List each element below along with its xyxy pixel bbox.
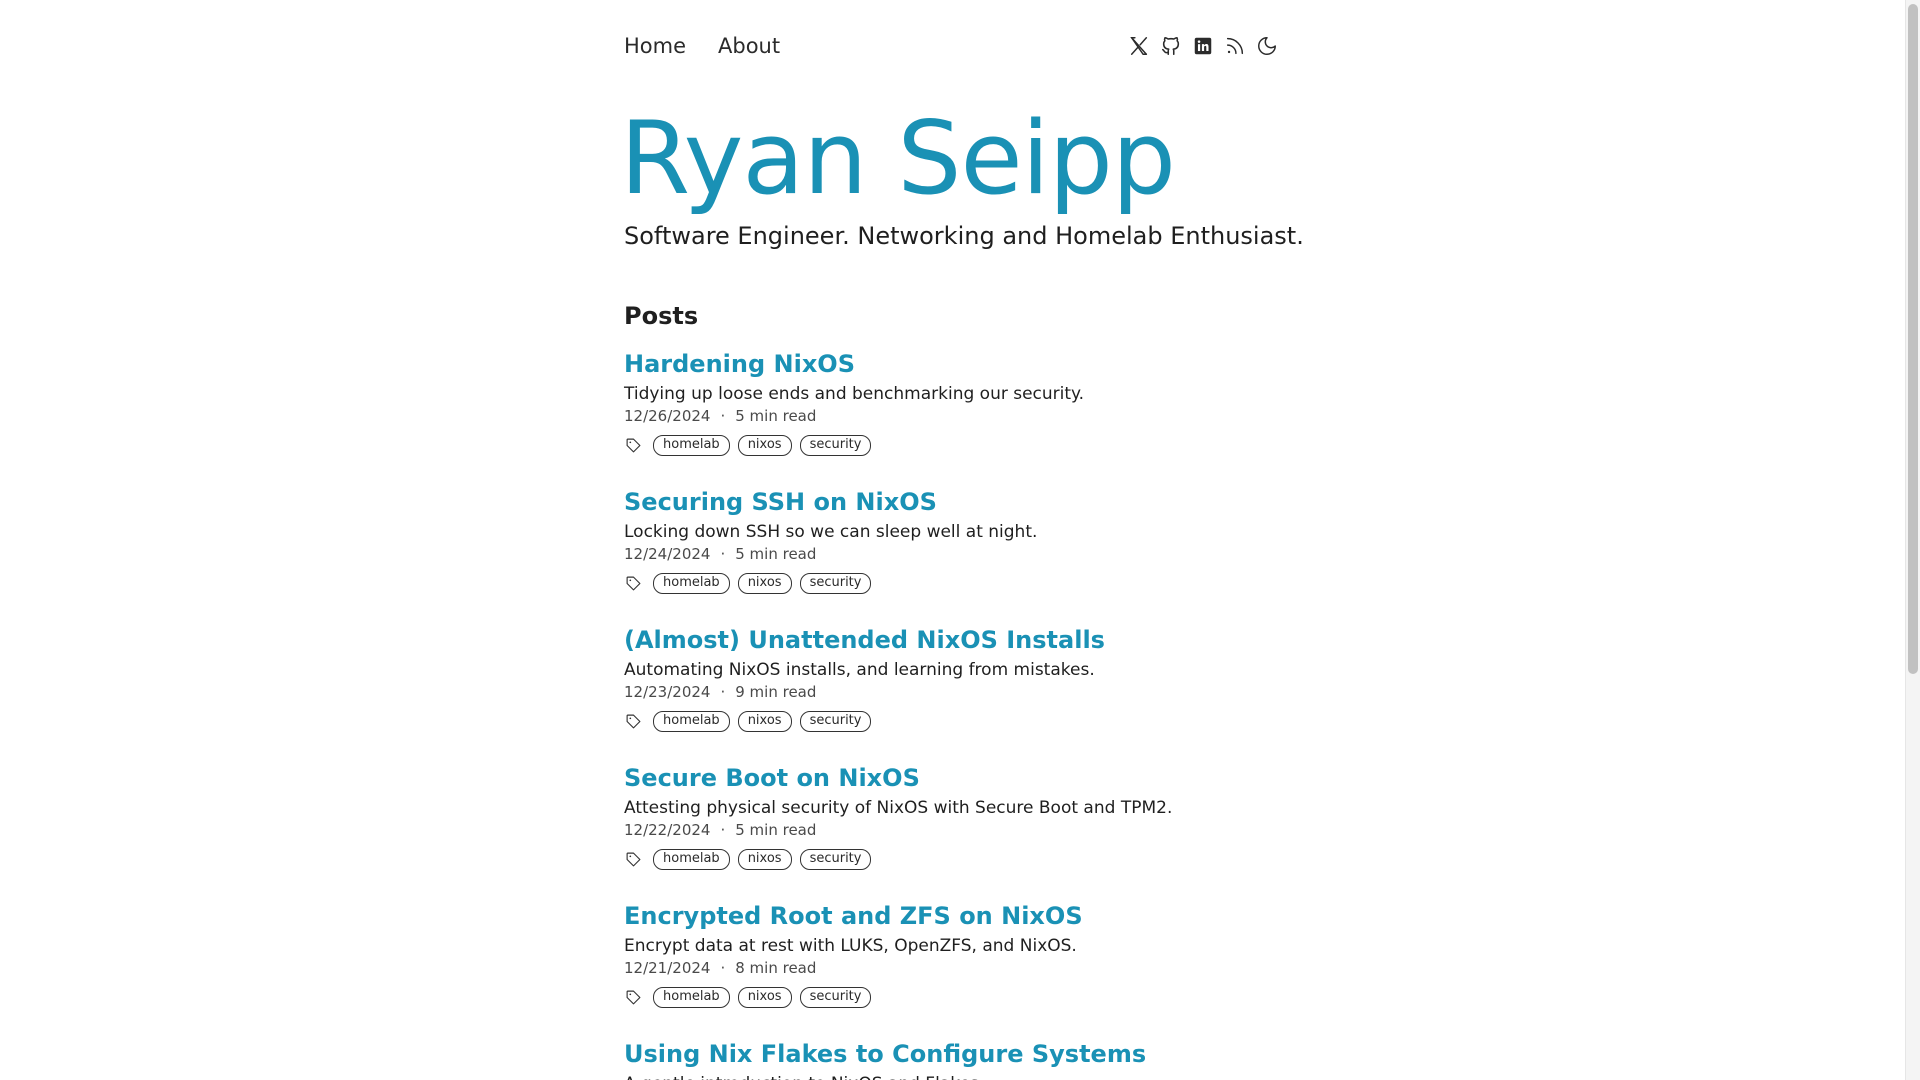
post-title-link[interactable]: Using Nix Flakes to Configure Systems — [624, 1038, 1278, 1070]
meta-separator: · — [720, 545, 726, 563]
posts-heading: Posts — [624, 302, 699, 330]
tag-chip[interactable]: nixos — [737, 987, 792, 1008]
post-date: 12/26/2024 — [624, 407, 711, 425]
social-icons — [1127, 35, 1278, 58]
post-title-link[interactable]: (Almost) Unattended NixOS Installs — [624, 624, 1278, 656]
post-description: Locking down SSH so we can sleep well at… — [624, 522, 1038, 542]
tag-chip[interactable]: nixos — [737, 573, 792, 594]
post-date: 12/22/2024 — [624, 821, 711, 839]
nav-links: Home About — [624, 34, 780, 58]
top-nav: Home About — [624, 30, 1278, 62]
tag-icon — [624, 713, 642, 731]
post-tags: homelab nixos security — [624, 711, 1278, 732]
moon-icon[interactable] — [1255, 35, 1278, 58]
tag-chip[interactable]: homelab — [653, 987, 730, 1008]
tag-chip[interactable]: homelab — [653, 435, 730, 456]
rss-icon[interactable] — [1223, 35, 1246, 58]
nav-link-about[interactable]: About — [718, 34, 780, 58]
post-date: 12/24/2024 — [624, 545, 711, 563]
tag-chip[interactable]: security — [799, 573, 872, 594]
x-icon[interactable] — [1127, 35, 1150, 58]
tag-chip[interactable]: nixos — [737, 849, 792, 870]
tag-chip[interactable]: security — [799, 987, 872, 1008]
tag-icon — [624, 575, 642, 593]
scrollbar[interactable] — [1905, 0, 1920, 1080]
post-read-time: 9 min read — [735, 683, 817, 701]
post-description: Tidying up loose ends and benchmarking o… — [624, 384, 1085, 404]
tag-icon — [624, 437, 642, 455]
tag-icon — [624, 989, 642, 1007]
linkedin-icon[interactable] — [1191, 35, 1214, 58]
post-meta: 12/24/2024 · 5 min read — [624, 544, 1278, 564]
meta-separator: · — [720, 959, 726, 977]
post-read-time: 5 min read — [735, 545, 817, 563]
post-description: Automating NixOS installs, and learning … — [624, 660, 1095, 680]
post-meta: 12/22/2024 · 5 min read — [624, 820, 1278, 840]
post-read-time: 5 min read — [735, 407, 817, 425]
post-item: Securing SSH on NixOS Locking down SSH s… — [624, 486, 1278, 594]
post-date: 12/21/2024 — [624, 959, 711, 977]
tag-chip[interactable]: homelab — [653, 711, 730, 732]
page: Home About Ryan Seipp Software Engineer.… — [0, 0, 1920, 1080]
post-item: Encrypted Root and ZFS on NixOS Encrypt … — [624, 900, 1278, 1008]
post-tags: homelab nixos security — [624, 849, 1278, 870]
post-item: Hardening NixOS Tidying up loose ends an… — [624, 348, 1278, 456]
meta-separator: · — [720, 821, 726, 839]
post-read-time: 5 min read — [735, 821, 817, 839]
post-title-link[interactable]: Secure Boot on NixOS — [624, 762, 1278, 794]
nav-link-home[interactable]: Home — [624, 34, 686, 58]
post-tags: homelab nixos security — [624, 435, 1278, 456]
tag-chip[interactable]: nixos — [737, 435, 792, 456]
scrollbar-thumb[interactable] — [1908, 4, 1918, 674]
post-title-link[interactable]: Encrypted Root and ZFS on NixOS — [624, 900, 1278, 932]
meta-separator: · — [720, 407, 726, 425]
post-read-time: 8 min read — [735, 959, 817, 977]
tag-chip[interactable]: security — [799, 849, 872, 870]
post-description: Attesting physical security of NixOS wit… — [624, 798, 1173, 818]
post-title-link[interactable]: Hardening NixOS — [624, 348, 1278, 380]
hero-subtitle: Software Engineer. Networking and Homela… — [624, 222, 1304, 250]
tag-chip[interactable]: security — [799, 435, 872, 456]
post-meta: 12/26/2024 · 5 min read — [624, 406, 1278, 426]
post-tags: homelab nixos security — [624, 987, 1278, 1008]
post-item: Using Nix Flakes to Configure Systems A … — [624, 1038, 1278, 1080]
post-meta: 12/23/2024 · 9 min read — [624, 682, 1278, 702]
post-date: 12/23/2024 — [624, 683, 711, 701]
post-item: Secure Boot on NixOS Attesting physical … — [624, 762, 1278, 870]
tag-chip[interactable]: security — [799, 711, 872, 732]
tag-chip[interactable]: nixos — [737, 711, 792, 732]
hero-title: Ryan Seipp — [620, 99, 1176, 217]
post-title-link[interactable]: Securing SSH on NixOS — [624, 486, 1278, 518]
tag-chip[interactable]: homelab — [653, 849, 730, 870]
post-meta: 12/21/2024 · 8 min read — [624, 958, 1278, 978]
post-tags: homelab nixos security — [624, 573, 1278, 594]
post-item: (Almost) Unattended NixOS Installs Autom… — [624, 624, 1278, 732]
meta-separator: · — [720, 683, 726, 701]
github-icon[interactable] — [1159, 35, 1182, 58]
post-description: Encrypt data at rest with LUKS, OpenZFS,… — [624, 936, 1077, 956]
tag-chip[interactable]: homelab — [653, 573, 730, 594]
post-description: A gentle introduction to NixOS and Flake… — [624, 1072, 1278, 1080]
tag-icon — [624, 851, 642, 869]
